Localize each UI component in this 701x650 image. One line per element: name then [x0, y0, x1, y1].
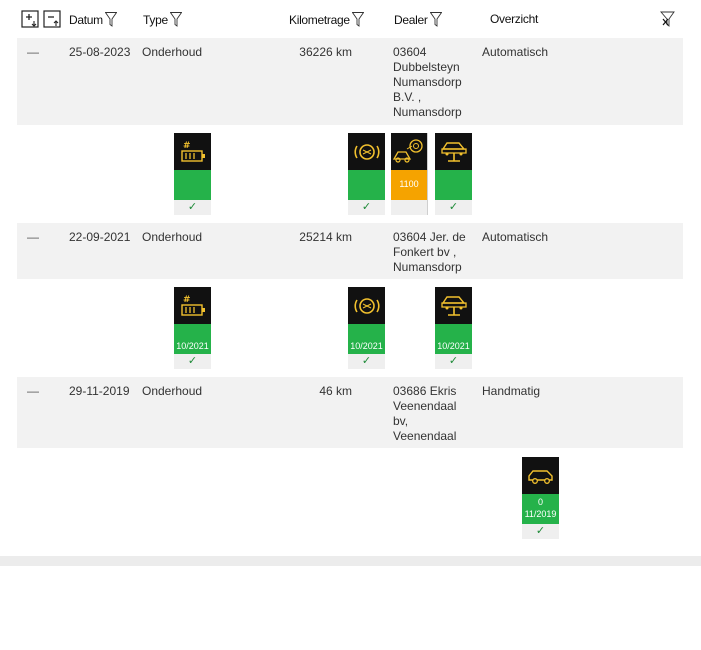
- service-tile-brake[interactable]: ✓: [348, 133, 385, 215]
- row-km: 25214 km: [299, 230, 352, 244]
- filter-icon[interactable]: [169, 12, 182, 27]
- vehicle-lift-icon: [435, 133, 472, 170]
- filter-icon[interactable]: [429, 12, 442, 27]
- column-type[interactable]: Type: [143, 12, 182, 27]
- brake-pad-service-icon: [391, 133, 427, 170]
- tile-status: 10/2021: [174, 324, 211, 354]
- table-row[interactable]: — 25-08-2023 Onderhoud 36226 km 03604 Du…: [17, 38, 683, 125]
- brake-warning-icon: [348, 133, 385, 170]
- row-overzicht: Handmatig: [482, 384, 541, 398]
- check-mark: ✓: [348, 200, 385, 215]
- service-tile-brake-pads[interactable]: 1100: [391, 133, 428, 215]
- table-row[interactable]: — 29-11-2019 Onderhoud 46 km 03686 Ekris…: [17, 377, 683, 448]
- table-row[interactable]: — 22-09-2021 Onderhoud 25214 km 03604 Je…: [17, 223, 683, 279]
- check-mark: ✓: [348, 354, 385, 369]
- row-km: 46 km: [319, 384, 352, 398]
- svg-text:#: #: [183, 295, 191, 305]
- battery-service-icon: #: [174, 287, 211, 324]
- check-mark: ✓: [174, 200, 211, 215]
- brake-warning-icon: [348, 287, 385, 324]
- tile-status: 1100: [391, 170, 427, 200]
- footer-bar: [0, 556, 701, 566]
- table-header: Datum Type Kilometrage Dealer Overzicht: [0, 0, 701, 38]
- vehicle-check-icon: [522, 457, 559, 494]
- filter-icon[interactable]: [351, 12, 364, 27]
- service-tile-battery[interactable]: # ✓: [174, 133, 211, 215]
- check-mark: [391, 200, 427, 215]
- expand-all-icon[interactable]: [21, 10, 39, 28]
- check-mark: ✓: [174, 354, 211, 369]
- service-tile-lift[interactable]: 10/2021 ✓: [435, 287, 472, 369]
- column-datum[interactable]: Datum: [69, 12, 117, 27]
- check-mark: ✓: [435, 200, 472, 215]
- tile-status: [348, 170, 385, 200]
- column-dealer[interactable]: Dealer: [394, 12, 442, 27]
- check-mark: ✓: [522, 524, 559, 539]
- clear-filter-icon[interactable]: [660, 11, 676, 28]
- service-tile-lift[interactable]: ✓: [435, 133, 472, 215]
- svg-text:#: #: [183, 141, 191, 151]
- row-overzicht: Automatisch: [482, 45, 549, 59]
- collapse-all-icon[interactable]: [43, 10, 61, 28]
- service-tile-brake[interactable]: 10/2021 ✓: [348, 287, 385, 369]
- filter-icon[interactable]: [104, 12, 117, 27]
- row-overzicht: Automatisch: [482, 230, 549, 244]
- row-dealer: 03604 Jer. de Fonkert bv , Numansdorp: [393, 230, 466, 274]
- tile-status: [174, 170, 211, 200]
- row-dealer: 03686 Ekris Veenendaal bv, Veenendaal: [393, 384, 457, 443]
- tile-status: 0 11/2019: [522, 494, 559, 524]
- service-tile-battery[interactable]: # 10/2021 ✓: [174, 287, 211, 369]
- tile-status: 10/2021: [348, 324, 385, 354]
- service-tile-vehicle[interactable]: 0 11/2019 ✓: [522, 457, 559, 539]
- battery-service-icon: #: [174, 133, 211, 170]
- row-km: 36226 km: [299, 45, 352, 59]
- column-kilometrage[interactable]: Kilometrage: [289, 12, 364, 27]
- column-overzicht: Overzicht: [490, 12, 538, 26]
- tile-status: 10/2021: [435, 324, 472, 354]
- row-dealer: 03604 Dubbelsteyn Numansdorp B.V. , Numa…: [393, 45, 462, 119]
- check-mark: ✓: [435, 354, 472, 369]
- tile-status: [435, 170, 472, 200]
- vehicle-lift-icon: [435, 287, 472, 324]
